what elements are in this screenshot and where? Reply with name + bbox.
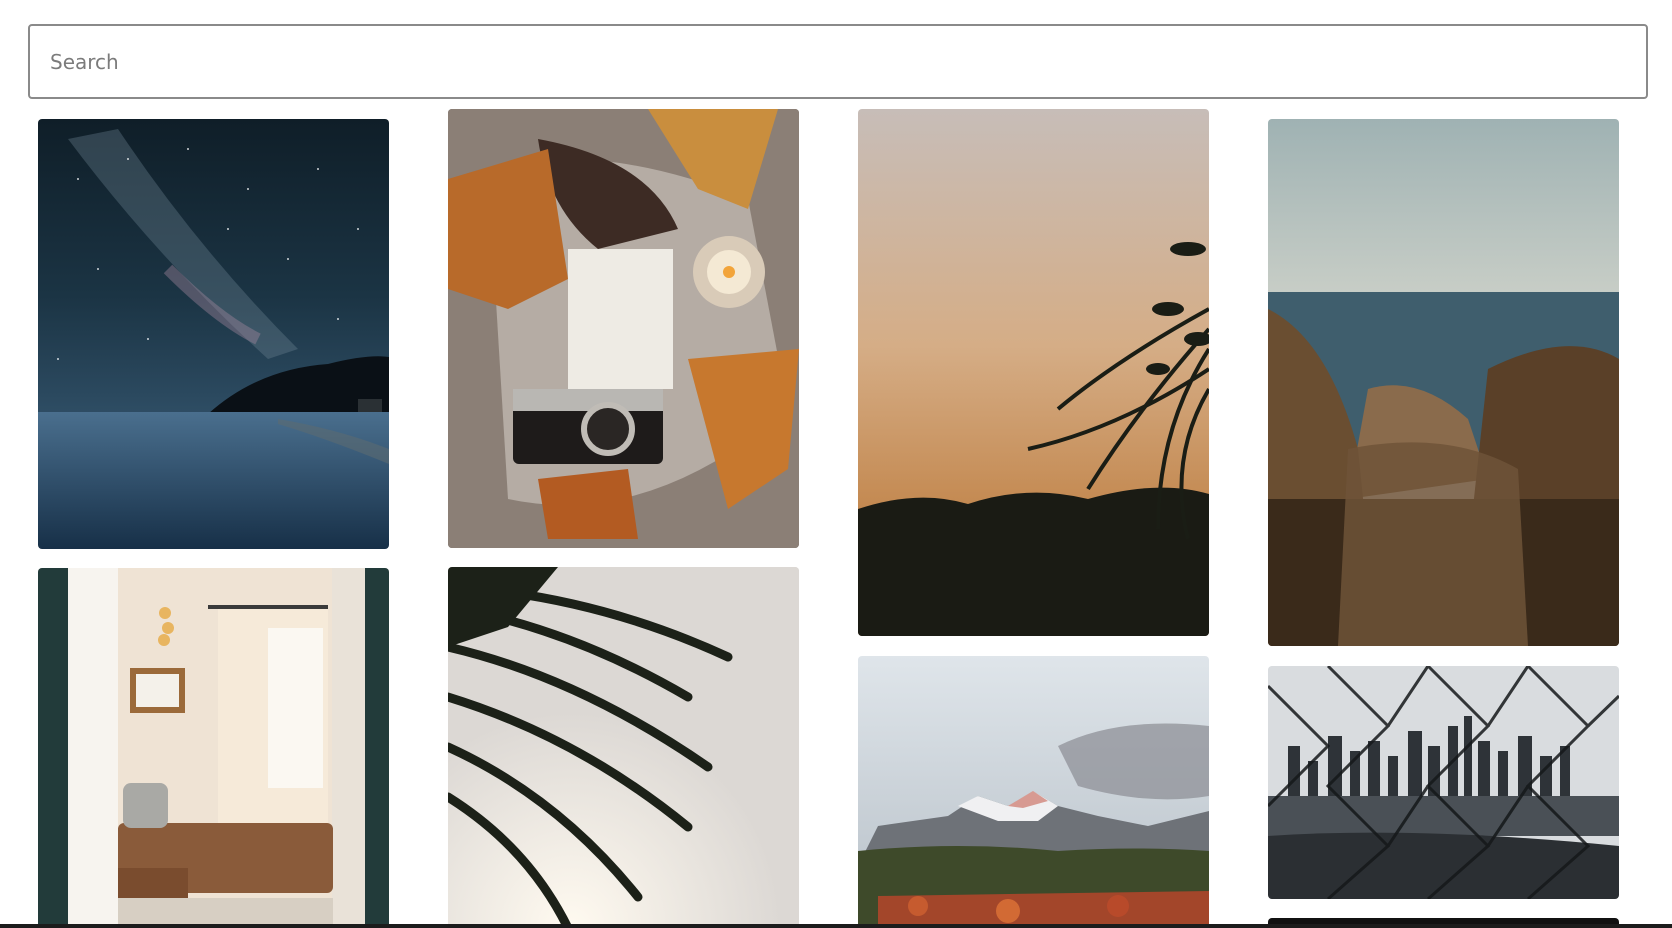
gallery-page	[0, 0, 1672, 928]
photo-milky-way-lake[interactable]	[38, 119, 389, 549]
bottom-scroll-edge	[0, 924, 1672, 928]
photo-city-fence[interactable]	[1268, 666, 1619, 899]
photo-snowy-mountains[interactable]	[858, 656, 1209, 928]
photo-sea-cliff[interactable]	[1268, 119, 1619, 646]
search-input[interactable]	[28, 24, 1648, 99]
photo-palm-sunset[interactable]	[858, 109, 1209, 636]
photo-palm-fronds[interactable]	[448, 567, 799, 928]
photo-autumn-camera[interactable]	[448, 109, 799, 548]
photo-living-room[interactable]	[38, 568, 389, 928]
